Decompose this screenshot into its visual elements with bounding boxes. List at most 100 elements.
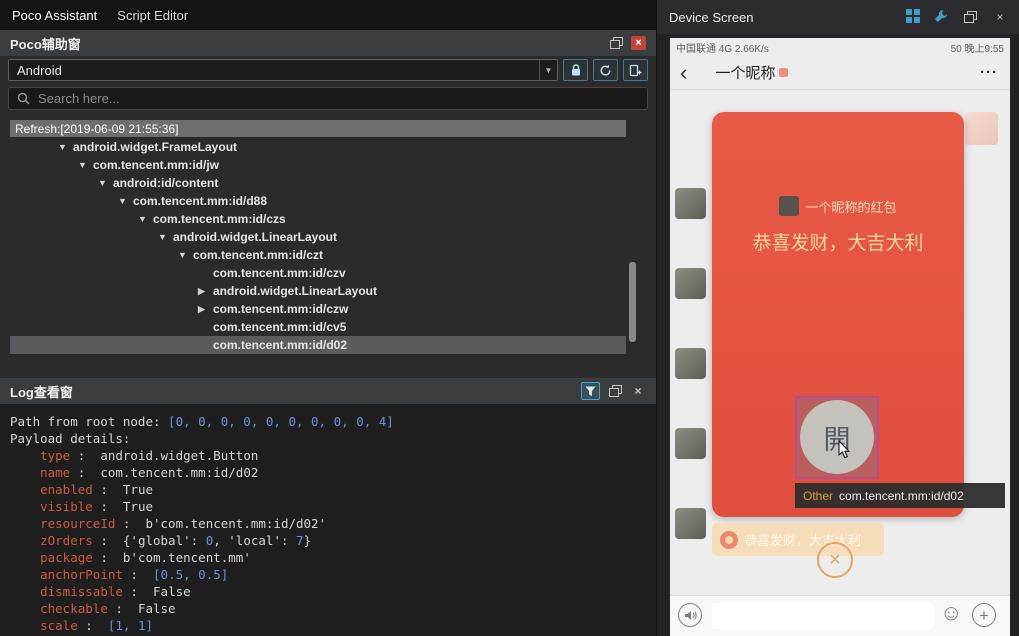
tree-node[interactable]: ▼android.widget.FrameLayout xyxy=(10,138,626,156)
voice-button[interactable] xyxy=(678,603,702,627)
status-right: 50 晚上9:55 xyxy=(951,40,1004,55)
avatar[interactable] xyxy=(675,268,706,299)
tools-icon[interactable] xyxy=(934,9,948,26)
chat-input-bar: ☺ + xyxy=(670,595,1010,636)
chevron-down-icon[interactable]: ▼ xyxy=(58,142,72,152)
avatar[interactable] xyxy=(675,428,706,459)
tree-node[interactable]: com.tencent.mm:id/cv5 xyxy=(10,318,626,336)
chevron-right-icon[interactable]: ▶ xyxy=(198,304,212,315)
tree-node-label: com.tencent.mm:id/d02 xyxy=(212,338,347,352)
float-window-icon[interactable] xyxy=(607,384,623,399)
log-line: package : b'com.tencent.mm' xyxy=(10,549,656,566)
avatar[interactable] xyxy=(675,508,706,539)
top-tabbar: Poco Assistant Script Editor xyxy=(0,0,656,30)
float-window-icon[interactable] xyxy=(608,36,624,51)
red-packet-icon xyxy=(720,531,738,549)
platform-dropdown[interactable]: Android ▼ xyxy=(8,59,558,81)
chevron-down-icon[interactable]: ▼ xyxy=(539,60,557,80)
tree-node[interactable]: ▼com.tencent.mm:id/czt xyxy=(10,246,626,264)
red-packet-message-bubble[interactable]: 恭喜发财，大吉大利 xyxy=(712,523,884,556)
device-capture-icon xyxy=(629,64,642,77)
tree-node[interactable]: ▼com.tencent.mm:id/jw xyxy=(10,156,626,174)
float-window-icon[interactable] xyxy=(962,10,978,25)
lock-button[interactable] xyxy=(563,59,588,81)
close-overlay-button[interactable]: × xyxy=(817,542,853,578)
funnel-icon xyxy=(585,386,596,397)
tree-node[interactable]: ▼android.widget.LinearLayout xyxy=(10,228,626,246)
platform-dropdown-value: Android xyxy=(17,63,62,78)
search-input[interactable] xyxy=(38,91,639,106)
more-button[interactable]: ··· xyxy=(980,64,998,81)
tree-node-label: com.tencent.mm:id/czw xyxy=(212,302,348,316)
filter-button[interactable] xyxy=(581,382,600,400)
refresh-icon xyxy=(599,64,612,77)
red-packet-sender-row: 一个昵称的红包 xyxy=(712,196,964,216)
status-left: 中国联通 4G 2.66K/s xyxy=(676,40,769,55)
sender-label: 一个昵称的红包 xyxy=(805,197,896,216)
red-packet-greeting: 恭喜发财，大吉大利 xyxy=(712,228,964,255)
chevron-down-icon[interactable]: ▼ xyxy=(98,178,112,188)
grid-view-icon[interactable] xyxy=(906,9,920,26)
node-id-label: com.tencent.mm:id/d02 xyxy=(839,489,964,503)
refresh-button[interactable] xyxy=(593,59,618,81)
log-panel-title: Log查看窗 xyxy=(10,382,73,401)
status-bar: 中国联通 4G 2.66K/s 50 晚上9:55 xyxy=(670,38,1010,56)
attach-button[interactable]: + xyxy=(972,603,996,627)
back-icon[interactable]: ‹ xyxy=(680,62,687,84)
log-line: scale : [1, 1] xyxy=(10,617,656,634)
chevron-down-icon[interactable]: ▼ xyxy=(138,214,152,224)
close-panel-icon[interactable]: × xyxy=(992,10,1008,25)
log-line: visible : True xyxy=(10,498,656,515)
avatar[interactable] xyxy=(965,112,998,145)
tree-node-label: com.tencent.mm:id/jw xyxy=(92,158,219,172)
avatar[interactable] xyxy=(675,348,706,379)
log-panel-titlebar: Log查看窗 × xyxy=(0,378,656,404)
log-line: anchorPoint : [0.5, 0.5] xyxy=(10,566,656,583)
chat-nav-bar: ‹ 一个昵称 ··· xyxy=(670,56,1010,90)
left-column: Poco Assistant Script Editor Poco辅助窗 × A… xyxy=(0,0,656,636)
mouse-cursor-icon xyxy=(838,440,853,465)
device-panel-title: Device Screen xyxy=(669,10,754,25)
message-input[interactable] xyxy=(712,603,934,629)
lock-icon xyxy=(570,64,582,77)
chevron-down-icon[interactable]: ▼ xyxy=(118,196,132,206)
tree-node-label: com.tencent.mm:id/czs xyxy=(152,212,286,226)
poco-panel-titlebar: Poco辅助窗 × xyxy=(0,30,656,56)
sender-avatar xyxy=(779,196,799,216)
tree-node[interactable]: ▶android.widget.LinearLayout xyxy=(10,282,626,300)
tree-node[interactable]: com.tencent.mm:id/d02 xyxy=(10,336,626,354)
tree-scrollbar[interactable] xyxy=(629,262,636,342)
tab-script-editor[interactable]: Script Editor xyxy=(107,0,198,30)
log-line: dismissable : False xyxy=(10,583,656,600)
node-type-label: Other xyxy=(803,489,833,503)
tab-poco-assistant[interactable]: Poco Assistant xyxy=(2,0,107,30)
tree-node[interactable]: com.tencent.mm:id/czv xyxy=(10,264,626,282)
device-screen-panel: Device Screen × 中国联通 4G 2.66K/s 50 xyxy=(656,0,1019,636)
tree-node-label: com.tencent.mm:id/cv5 xyxy=(212,320,346,334)
close-panel-icon[interactable]: × xyxy=(630,384,646,399)
poco-panel-title: Poco辅助窗 xyxy=(10,34,81,53)
chevron-down-icon[interactable]: ▼ xyxy=(78,160,92,170)
refresh-header[interactable]: Refresh:[2019-06-09 21:55:36] xyxy=(10,120,626,137)
tree-node[interactable]: ▼com.tencent.mm:id/d88 xyxy=(10,192,626,210)
log-line: type : android.widget.Button xyxy=(10,447,656,464)
tree-node[interactable]: ▼com.tencent.mm:id/czs xyxy=(10,210,626,228)
tree-node[interactable]: ▼android:id/content xyxy=(10,174,626,192)
log-line: Path from root node: [0, 0, 0, 0, 0, 0, … xyxy=(10,413,656,430)
close-panel-icon[interactable]: × xyxy=(631,36,646,50)
log-line: checkable : False xyxy=(10,600,656,617)
poco-toolbar: Android ▼ xyxy=(0,56,656,84)
log-line: zOrders : {'global': 0, 'local': 7} xyxy=(10,532,656,549)
avatar[interactable] xyxy=(675,188,706,219)
capture-device-button[interactable] xyxy=(623,59,648,81)
tree-node[interactable]: ▶com.tencent.mm:id/czw xyxy=(10,300,626,318)
chevron-down-icon[interactable]: ▼ xyxy=(158,232,172,242)
speaker-icon xyxy=(684,609,697,622)
chevron-right-icon[interactable]: ▶ xyxy=(198,286,212,297)
phone-screen[interactable]: 中国联通 4G 2.66K/s 50 晚上9:55 ‹ 一个昵称 ··· xyxy=(670,38,1010,636)
tree-node-label: android.widget.FrameLayout xyxy=(72,140,237,154)
emoji-button[interactable]: ☺ xyxy=(940,602,962,624)
poco-assistant-window: Poco Assistant Script Editor Poco辅助窗 × A… xyxy=(0,0,1019,636)
chevron-down-icon[interactable]: ▼ xyxy=(178,250,192,260)
log-line: Payload details: xyxy=(10,430,656,447)
